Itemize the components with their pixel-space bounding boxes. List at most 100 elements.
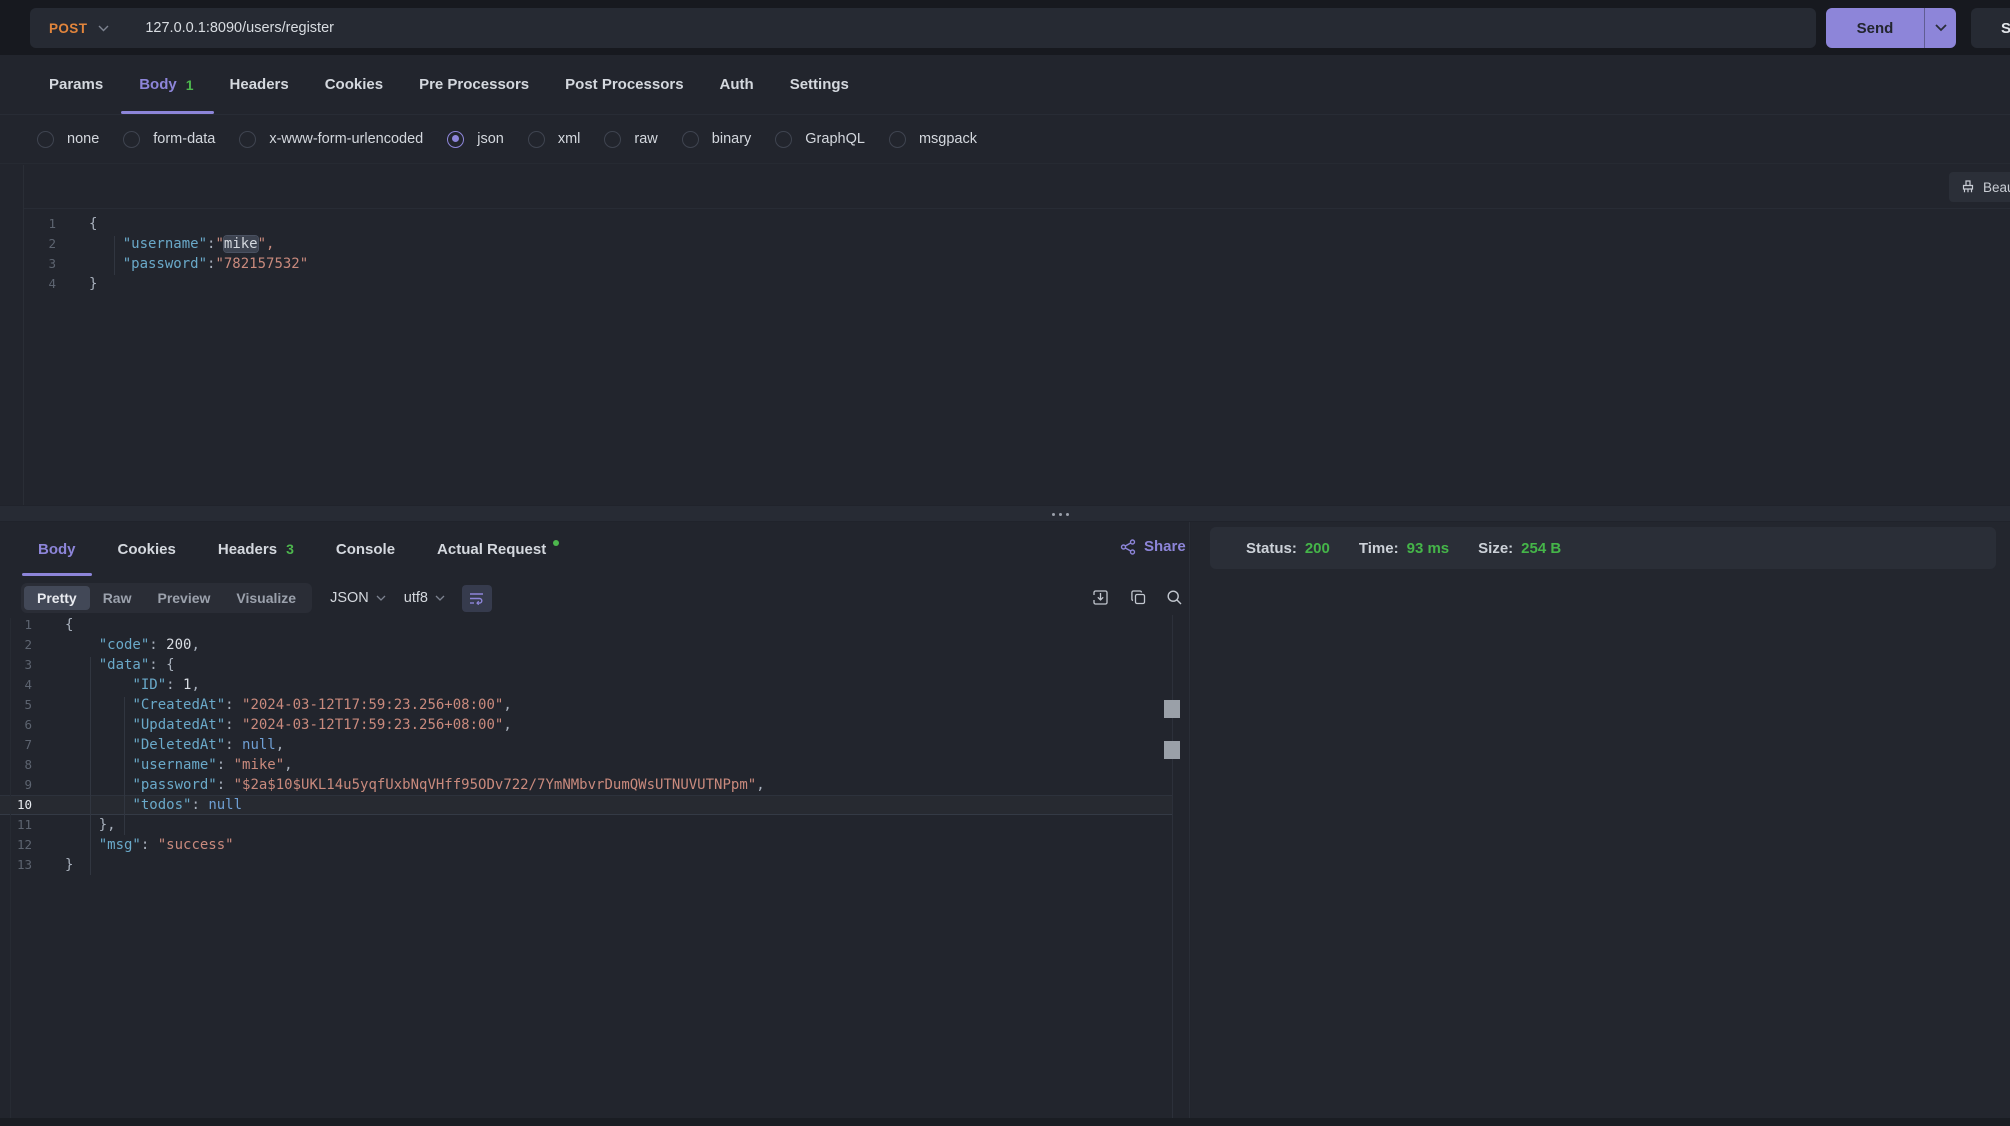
line-number: 10 xyxy=(0,796,32,814)
body-type-none[interactable]: none xyxy=(37,131,99,148)
indent-guide xyxy=(114,236,115,275)
line-number: 3 xyxy=(24,254,56,274)
code-line: 3 "data": { xyxy=(0,655,1172,675)
encoding-dropdown[interactable]: utf8 xyxy=(404,590,445,606)
status-code: Status:200 xyxy=(1246,540,1330,557)
body-type-msgpack[interactable]: msgpack xyxy=(889,131,977,148)
response-panel: Body Cookies Headers3 Console Actual Req… xyxy=(0,522,1190,1126)
response-tab-cookies[interactable]: Cookies xyxy=(118,522,176,576)
code-line: 1{ xyxy=(24,214,2010,234)
code-line: 2 "username":"mike", xyxy=(24,234,2010,254)
word-wrap-toggle[interactable] xyxy=(462,585,492,612)
scrollbar-marker[interactable] xyxy=(1164,741,1180,759)
scrollbar-marker[interactable] xyxy=(1164,700,1180,718)
notification-dot xyxy=(553,540,559,546)
code-line: 6 "UpdatedAt": "2024-03-12T17:59:23.256+… xyxy=(0,715,1172,735)
copy-response-icon[interactable] xyxy=(1130,589,1147,606)
drag-handle-icon[interactable] xyxy=(1052,513,1069,516)
body-count-badge: 1 xyxy=(186,77,194,93)
radio-selected-icon[interactable] xyxy=(447,131,464,148)
request-body-editor[interactable]: 1{2 "username":"mike",3 "password":"7821… xyxy=(24,214,2010,294)
save-button[interactable]: Save xyxy=(1971,8,2010,48)
body-type-form-data[interactable]: form-data xyxy=(123,131,215,148)
radio-icon[interactable] xyxy=(889,131,906,148)
response-status-bar: Status:200 Time:93 ms Size:254 B xyxy=(1210,527,1996,569)
response-time-value: 93 ms xyxy=(1407,540,1450,557)
scrollbar-track[interactable] xyxy=(1172,615,1173,1122)
search-icon[interactable] xyxy=(1166,589,1183,606)
radio-icon[interactable] xyxy=(239,131,256,148)
response-view-toolbar: Pretty Raw Preview Visualize JSON utf8 xyxy=(0,576,1189,620)
code-line: 10 "todos": null xyxy=(0,795,1172,815)
beautify-button[interactable]: Beautify xyxy=(1949,172,2010,202)
send-button[interactable]: Send xyxy=(1826,8,1956,48)
tab-cookies[interactable]: Cookies xyxy=(325,55,383,114)
line-number: 11 xyxy=(0,815,32,835)
code-line: 9 "password": "$2a$10$UKL14u5yqfUxbNqVHf… xyxy=(0,775,1172,795)
radio-icon[interactable] xyxy=(528,131,545,148)
code-line: 13} xyxy=(0,855,1172,875)
request-tab-bar: Params Body1 Headers Cookies Pre Process… xyxy=(0,55,2010,115)
tab-settings[interactable]: Settings xyxy=(790,55,849,114)
line-number: 7 xyxy=(0,735,32,755)
line-number: 4 xyxy=(0,675,32,695)
view-mode-preview[interactable]: Preview xyxy=(144,586,223,610)
response-tab-body[interactable]: Body xyxy=(38,522,76,576)
radio-icon[interactable] xyxy=(37,131,54,148)
radio-icon[interactable] xyxy=(775,131,792,148)
tab-params[interactable]: Params xyxy=(49,55,103,114)
chevron-down-icon xyxy=(376,595,386,601)
response-size-value: 254 B xyxy=(1521,540,1561,557)
line-number: 5 xyxy=(0,695,32,715)
response-tab-headers[interactable]: Headers3 xyxy=(218,522,294,576)
format-dropdown[interactable]: JSON xyxy=(330,590,386,606)
code-line: 3 "password":"782157532" xyxy=(24,254,2010,274)
line-number: 9 xyxy=(0,775,32,795)
code-line: 1{ xyxy=(0,615,1172,635)
body-type-xml[interactable]: xml xyxy=(528,131,581,148)
api-client-app: { "topbar": { "method": "POST", "url": "… xyxy=(0,0,2010,1126)
view-mode-visualize[interactable]: Visualize xyxy=(223,586,309,610)
tab-body[interactable]: Body1 xyxy=(139,55,193,114)
chevron-down-icon xyxy=(435,595,445,601)
line-number: 2 xyxy=(24,234,56,254)
radio-icon[interactable] xyxy=(123,131,140,148)
view-mode-pretty[interactable]: Pretty xyxy=(24,586,90,610)
line-number: 1 xyxy=(0,615,32,635)
pane-resize-handle[interactable] xyxy=(0,505,2010,522)
url-input[interactable]: POST 127.0.0.1:8090/users/register xyxy=(30,8,1816,48)
send-button-label[interactable]: Send xyxy=(1826,8,1925,48)
body-type-selector: none form-data x-www-form-urlencoded jso… xyxy=(0,115,2010,164)
response-size: Size:254 B xyxy=(1478,540,1561,557)
body-type-binary[interactable]: binary xyxy=(682,131,752,148)
line-number: 6 xyxy=(0,715,32,735)
url-text[interactable]: 127.0.0.1:8090/users/register xyxy=(145,20,334,36)
tab-auth[interactable]: Auth xyxy=(720,55,754,114)
body-type-graphql[interactable]: GraphQL xyxy=(775,131,865,148)
tab-post-processors[interactable]: Post Processors xyxy=(565,55,683,114)
code-line: 5 "CreatedAt": "2024-03-12T17:59:23.256+… xyxy=(0,695,1172,715)
tab-pre-processors[interactable]: Pre Processors xyxy=(419,55,529,114)
response-body-editor[interactable]: 1{2 "code": 200,3 "data": {4 "ID": 1,5 "… xyxy=(0,615,1172,875)
chevron-down-icon[interactable] xyxy=(98,25,109,32)
send-options-chevron-icon[interactable] xyxy=(1925,8,1956,48)
code-line: 4} xyxy=(24,274,2010,294)
body-type-raw[interactable]: raw xyxy=(604,131,657,148)
tab-headers[interactable]: Headers xyxy=(230,55,289,114)
beautify-label: Beautify xyxy=(1983,180,2010,195)
share-button[interactable]: Share xyxy=(1120,538,1186,555)
radio-icon[interactable] xyxy=(604,131,621,148)
code-line: 8 "username": "mike", xyxy=(0,755,1172,775)
code-line: 12 "msg": "success" xyxy=(0,835,1172,855)
view-mode-raw[interactable]: Raw xyxy=(90,586,145,610)
body-type-x-www-form-urlencoded[interactable]: x-www-form-urlencoded xyxy=(239,131,423,148)
response-tab-bar: Body Cookies Headers3 Console Actual Req… xyxy=(0,522,1189,576)
body-type-json[interactable]: json xyxy=(447,131,504,148)
response-tab-actual-request[interactable]: Actual Request xyxy=(437,522,559,576)
download-response-icon[interactable] xyxy=(1092,589,1109,606)
method-dropdown[interactable]: POST xyxy=(49,21,87,36)
editor-toolbar: Beautify xyxy=(24,165,2010,209)
radio-icon[interactable] xyxy=(682,131,699,148)
response-tab-console[interactable]: Console xyxy=(336,522,395,576)
beautify-icon xyxy=(1961,180,1975,194)
